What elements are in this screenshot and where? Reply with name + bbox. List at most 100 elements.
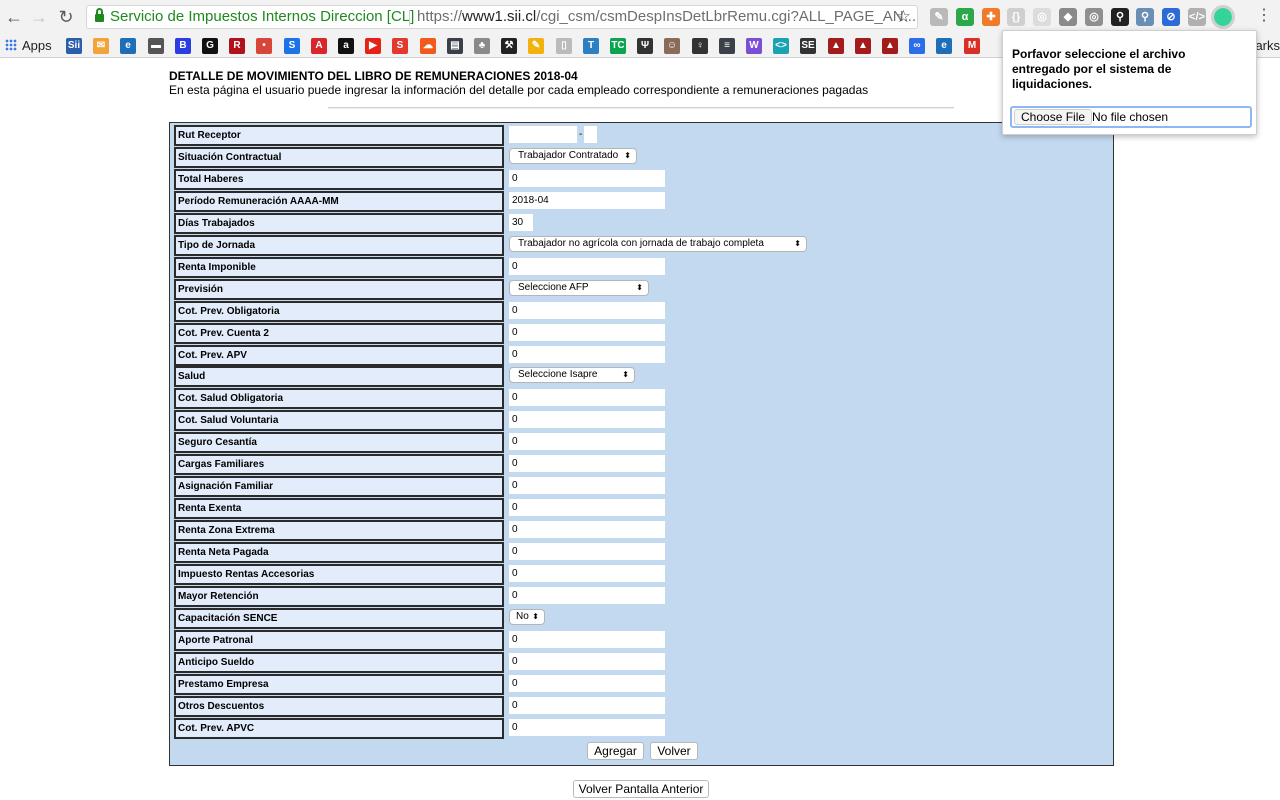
field-input[interactable]: [509, 631, 665, 648]
select-value: Seleccione Isapre: [518, 369, 598, 380]
field-input[interactable]: [509, 324, 665, 341]
previous-screen-button[interactable]: Volver Pantalla Anterior: [573, 780, 709, 798]
camera-icon[interactable]: ◎: [1085, 8, 1103, 26]
field-input[interactable]: [509, 565, 665, 582]
field-input[interactable]: [509, 258, 665, 275]
shield-icon[interactable]: ◆: [1059, 8, 1077, 26]
sii-bookmark-icon[interactable]: Sii: [66, 38, 82, 54]
magnifier-icon[interactable]: ⚲: [1136, 8, 1154, 26]
rut-number-input[interactable]: [509, 126, 577, 143]
hammer-bookmark-icon[interactable]: ⚒: [501, 38, 517, 54]
youtube-bookmark-icon[interactable]: ▶: [365, 38, 381, 54]
adobe-bookmark-icon[interactable]: A: [311, 38, 327, 54]
field-input[interactable]: [509, 455, 665, 472]
field-input[interactable]: [509, 587, 665, 604]
lifebuoy-icon[interactable]: ✚: [982, 8, 1000, 26]
calc-bookmark-icon[interactable]: ≡: [719, 38, 735, 54]
e-bookmark-icon[interactable]: e: [120, 38, 136, 54]
bulb-bookmark-icon[interactable]: ♀: [692, 38, 708, 54]
field-input[interactable]: [509, 653, 665, 670]
field-input[interactable]: [509, 719, 665, 736]
bookmark-apps[interactable]: Apps: [5, 37, 52, 54]
a-bookmark-icon[interactable]: a: [338, 38, 354, 54]
field-input[interactable]: [509, 170, 665, 187]
field-select[interactable]: Trabajador no agrícola con jornada de tr…: [509, 236, 807, 252]
user-red-1-bookmark-icon[interactable]: ▲: [828, 38, 844, 54]
form-row: Total Haberes: [172, 169, 1112, 191]
url-text: https://www1.sii.cl/cgi_csm/csmDespInsDe…: [417, 8, 917, 25]
bookmark-star-icon[interactable]: ☆: [896, 6, 911, 28]
cnn-bookmark-icon[interactable]: •: [256, 38, 272, 54]
r-bookmark-icon[interactable]: R: [229, 38, 245, 54]
bbc-bookmark-icon[interactable]: ▬: [148, 38, 164, 54]
sej-bookmark-icon[interactable]: SE: [800, 38, 816, 54]
form-row: Capacitación SENCE No ⬍: [172, 608, 1112, 630]
camera-light-icon[interactable]: ◎: [1033, 8, 1051, 26]
field-input[interactable]: [509, 499, 665, 516]
credits-bookmark-icon[interactable]: ▤: [447, 38, 463, 54]
field-input[interactable]: [509, 302, 665, 319]
employee-detail-form: Rut Receptor - Situación Contractual Trabaj…: [169, 122, 1114, 766]
field-input[interactable]: [509, 192, 665, 209]
field-label: Prestamo Empresa: [174, 674, 504, 695]
mail-bookmark-icon[interactable]: ✉: [93, 38, 109, 54]
field-input[interactable]: [509, 346, 665, 363]
avast-icon[interactable]: α: [956, 8, 974, 26]
form-row: Días Trabajados: [172, 213, 1112, 235]
field-input[interactable]: [509, 214, 533, 231]
g-bookmark-icon[interactable]: G: [202, 38, 218, 54]
field-input[interactable]: [509, 477, 665, 494]
choose-file-button[interactable]: Choose File: [1014, 109, 1093, 125]
crest-bookmark-icon[interactable]: ♣: [474, 38, 490, 54]
block-icon[interactable]: ⊘: [1162, 8, 1180, 26]
page-bookmark-icon[interactable]: ▯: [556, 38, 572, 54]
address-bar[interactable]: Servicio de Impuestos Internos Direccion…: [86, 5, 918, 29]
wreath-bookmark-icon[interactable]: Ψ: [637, 38, 653, 54]
swirl-bookmark-icon[interactable]: S: [284, 38, 300, 54]
back-arrow-icon[interactable]: ←: [2, 5, 26, 29]
forward-arrow-icon[interactable]: →: [27, 5, 51, 29]
gmail-bookmark-icon[interactable]: M: [964, 38, 980, 54]
field-label: Renta Zona Extrema: [174, 520, 504, 541]
field-select[interactable]: No ⬍: [509, 609, 545, 625]
rut-dv-input[interactable]: [584, 126, 597, 143]
b-bookmark-icon[interactable]: B: [175, 38, 191, 54]
back-button[interactable]: Volver: [650, 742, 698, 760]
field-input[interactable]: [509, 411, 665, 428]
field-select[interactable]: Seleccione AFP ⬍: [509, 280, 649, 296]
s-bookmark-icon[interactable]: S: [392, 38, 408, 54]
field-input[interactable]: [509, 433, 665, 450]
field-input[interactable]: [509, 675, 665, 692]
field-label: Cot. Prev. APVC: [174, 718, 504, 739]
note-icon[interactable]: ✎: [930, 8, 948, 26]
other-bookmarks[interactable]: arks: [1255, 37, 1280, 54]
menu-dots-icon[interactable]: ⋮: [1256, 6, 1272, 26]
rut-separator: -: [579, 129, 583, 140]
e2-bookmark-icon[interactable]: e: [936, 38, 952, 54]
pencil-bookmark-icon[interactable]: ✎: [528, 38, 544, 54]
field-label: Días Trabajados: [174, 213, 504, 234]
grammarly-icon[interactable]: ●: [1211, 5, 1235, 29]
file-input[interactable]: Choose File No file chosen: [1010, 106, 1252, 128]
user-red-3-bookmark-icon[interactable]: ▲: [882, 38, 898, 54]
w-bookmark-icon[interactable]: W: [746, 38, 762, 54]
field-input[interactable]: [509, 543, 665, 560]
field-input[interactable]: [509, 389, 665, 406]
code-icon[interactable]: </>: [1188, 8, 1206, 26]
field-select[interactable]: Seleccione Isapre ⬍: [509, 367, 635, 383]
form-row: Mayor Retención: [172, 586, 1112, 608]
tz-bookmark-icon[interactable]: T: [583, 38, 599, 54]
infinity-bookmark-icon[interactable]: ∞: [909, 38, 925, 54]
soundcloud-bookmark-icon[interactable]: ☁: [420, 38, 436, 54]
field-select[interactable]: Trabajador Contratado ⬍: [509, 148, 637, 164]
json-icon[interactable]: {}: [1007, 8, 1025, 26]
network-icon[interactable]: ⚲: [1111, 8, 1129, 26]
person-photo-bookmark-icon[interactable]: ☺: [664, 38, 680, 54]
field-input[interactable]: [509, 521, 665, 538]
brackets-bookmark-icon[interactable]: <>: [773, 38, 789, 54]
reload-icon[interactable]: ↻: [54, 5, 78, 29]
user-red-2-bookmark-icon[interactable]: ▲: [855, 38, 871, 54]
field-input[interactable]: [509, 697, 665, 714]
add-button[interactable]: Agregar: [587, 742, 644, 760]
techcrunch-bookmark-icon[interactable]: TC: [610, 38, 626, 54]
